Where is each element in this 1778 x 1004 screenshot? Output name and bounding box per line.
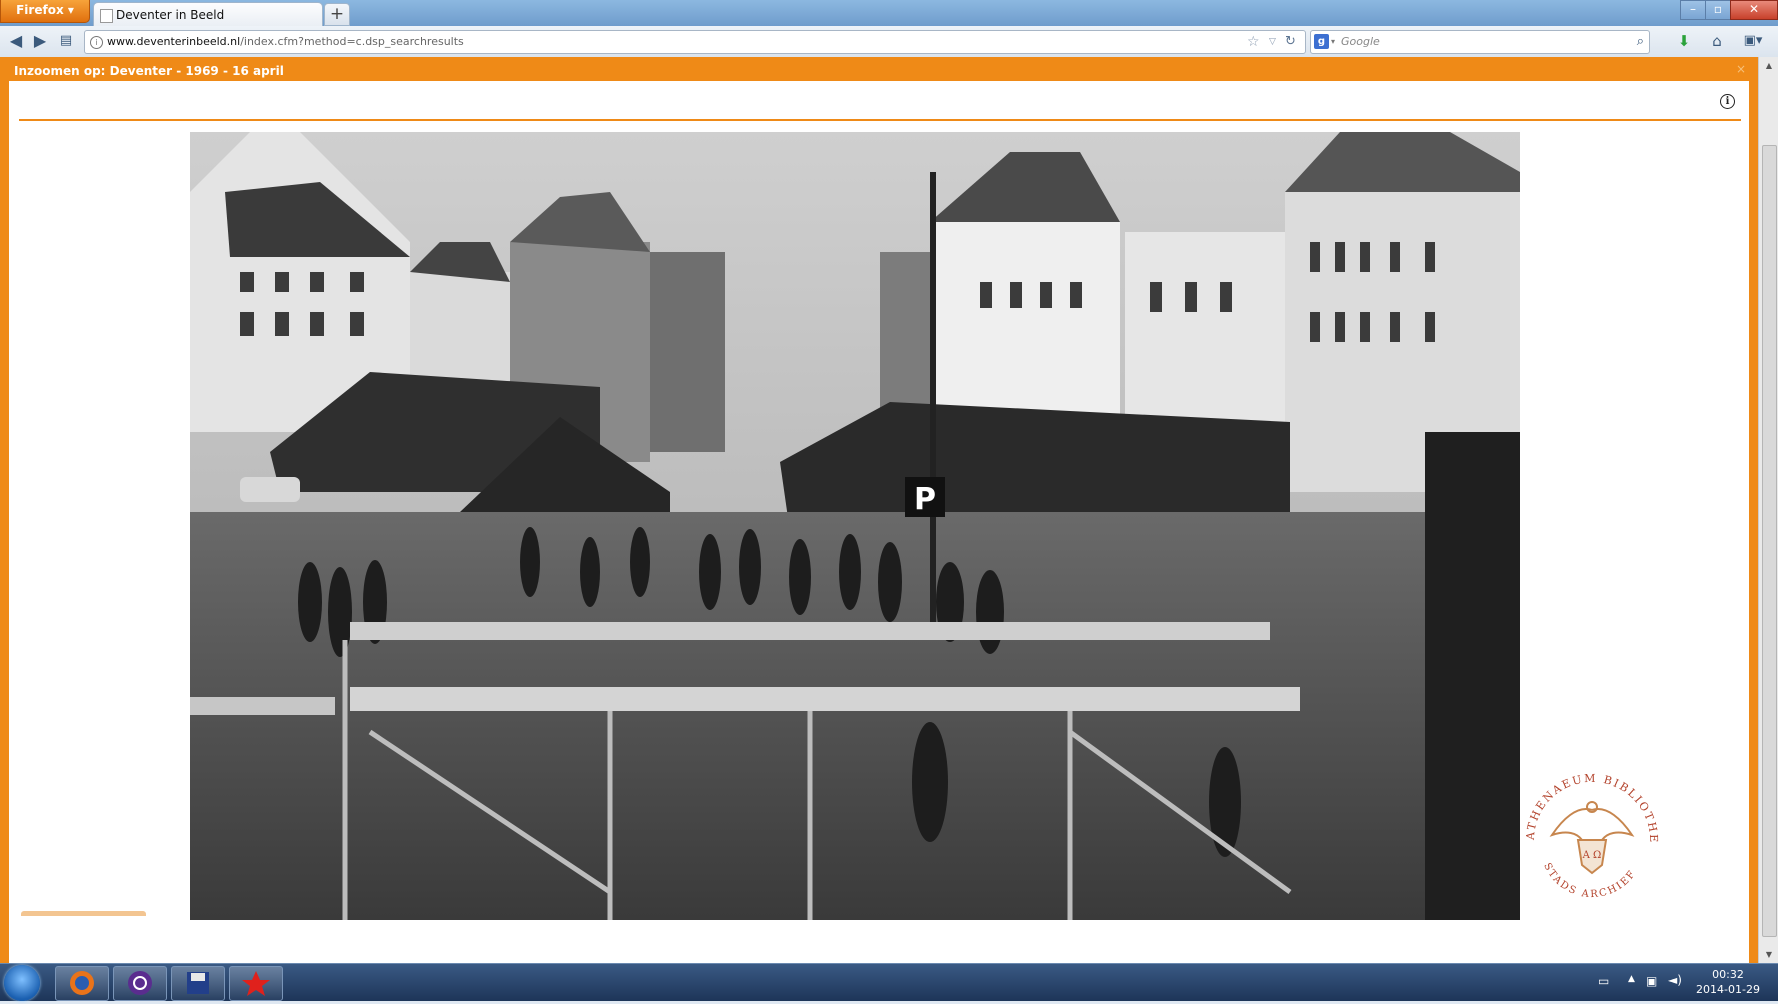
- address-bar[interactable]: i www.deventerinbeeld.nl/index.cfm?metho…: [84, 30, 1306, 54]
- taskbar-clock[interactable]: 00:32 2014-01-29: [1688, 967, 1768, 997]
- navigation-toolbar: ◀ ▶ ▤ i www.deventerinbeeld.nl/index.cfm…: [0, 26, 1778, 58]
- clock-date: 2014-01-29: [1696, 983, 1760, 996]
- historic-market-photo[interactable]: P: [190, 132, 1520, 920]
- media-player-icon[interactable]: [113, 966, 167, 1001]
- google-icon[interactable]: g: [1314, 34, 1329, 49]
- url-host: www.deventerinbeeld.nl: [107, 35, 241, 48]
- red-star-logo: [242, 971, 270, 996]
- firefox-logo: [70, 971, 94, 995]
- back-arrow-icon[interactable]: ◀: [6, 31, 26, 51]
- lightbox-content: i P: [9, 81, 1749, 963]
- page-favicon-icon: [100, 9, 113, 23]
- keyboard-icon[interactable]: ▭: [1598, 974, 1609, 988]
- zoom-lightbox: Inzoomen op: Deventer - 1969 - 16 april …: [0, 57, 1758, 963]
- scroll-up-arrow-icon[interactable]: ▲: [1759, 57, 1778, 74]
- seal-shield-text: A Ω: [1582, 850, 1602, 861]
- firefox-menu-label: Firefox: [16, 3, 64, 17]
- feedback-side-tab[interactable]: [1750, 812, 1758, 850]
- reload-icon[interactable]: ↻: [1285, 31, 1296, 53]
- url-path: /index.cfm?method=c.dsp_searchresults: [240, 35, 464, 48]
- tab-title: Deventer in Beeld: [116, 8, 225, 22]
- search-icon[interactable]: ⌕: [1637, 31, 1644, 53]
- floppy-logo: [187, 972, 209, 994]
- lightbox-title: Inzoomen op: Deventer - 1969 - 16 april: [14, 64, 284, 78]
- firefox-menu-button[interactable]: Firefox ▾: [0, 0, 90, 23]
- download-arrow-icon[interactable]: ⬇: [1674, 31, 1694, 51]
- seal-top-text: ATHENAEUM BIBLIOTHEEK: [1522, 765, 1658, 844]
- bookmarks-icon[interactable]: ▤: [56, 31, 76, 51]
- windows-taskbar: ▭ ▲ ▣ ◄) 00:32 2014-01-29: [0, 963, 1778, 1001]
- athenaeum-stadsarchief-seal: ATHENAEUM BIBLIOTHEEK STADS ARCHIEF A Ω: [1522, 765, 1660, 900]
- maximize-button[interactable]: ▫: [1705, 0, 1731, 20]
- red-star-app-icon[interactable]: [229, 966, 283, 1001]
- forward-arrow-icon[interactable]: ▶: [30, 31, 50, 51]
- window-titlebar: Firefox ▾ Deventer in Beeld + – ▫ ✕: [0, 0, 1778, 27]
- photo-render: P: [190, 132, 1520, 920]
- clock-time: 00:32: [1712, 968, 1744, 981]
- firefox-icon[interactable]: [55, 966, 109, 1001]
- search-engine-dropdown-icon[interactable]: ▾: [1331, 31, 1335, 53]
- bookmark-star-icon[interactable]: ☆: [1247, 31, 1260, 53]
- home-icon[interactable]: ⌂: [1707, 31, 1727, 51]
- svg-text:P: P: [914, 482, 936, 517]
- media-player-logo: [128, 971, 152, 995]
- scrollbar-thumb[interactable]: [1762, 145, 1777, 937]
- search-bar[interactable]: g ▾ Google ⌕: [1310, 30, 1650, 54]
- close-window-button[interactable]: ✕: [1730, 0, 1778, 20]
- svg-text:ATHENAEUM BIBLIOTHEEK: ATHENAEUM BIBLIOTHEEK: [1522, 765, 1660, 844]
- network-icon[interactable]: ▣: [1646, 974, 1657, 988]
- addon-menu-icon[interactable]: ▣▾: [1738, 31, 1768, 51]
- browser-tab[interactable]: Deventer in Beeld: [93, 2, 323, 27]
- minimize-button[interactable]: –: [1680, 0, 1706, 20]
- orange-divider: [19, 119, 1741, 121]
- url-history-dropdown-icon[interactable]: ▽: [1269, 31, 1276, 53]
- lightbox-close-button[interactable]: ×: [1736, 62, 1746, 76]
- loading-indicator: [21, 911, 146, 916]
- info-icon[interactable]: i: [1720, 94, 1735, 109]
- floppy-save-icon[interactable]: [171, 966, 225, 1001]
- new-tab-button[interactable]: +: [324, 3, 350, 26]
- site-identity-icon[interactable]: i: [90, 36, 103, 49]
- volume-icon[interactable]: ◄): [1668, 973, 1682, 987]
- url-text[interactable]: www.deventerinbeeld.nl/index.cfm?method=…: [107, 31, 464, 53]
- scroll-down-arrow-icon[interactable]: ▼: [1759, 946, 1778, 963]
- start-button[interactable]: [4, 965, 40, 1001]
- eagle-emblem-icon: [1549, 801, 1635, 875]
- show-hidden-icons-icon[interactable]: ▲: [1628, 974, 1635, 984]
- vertical-scrollbar[interactable]: ▲ ▼: [1758, 57, 1778, 963]
- search-input[interactable]: Google: [1341, 31, 1380, 53]
